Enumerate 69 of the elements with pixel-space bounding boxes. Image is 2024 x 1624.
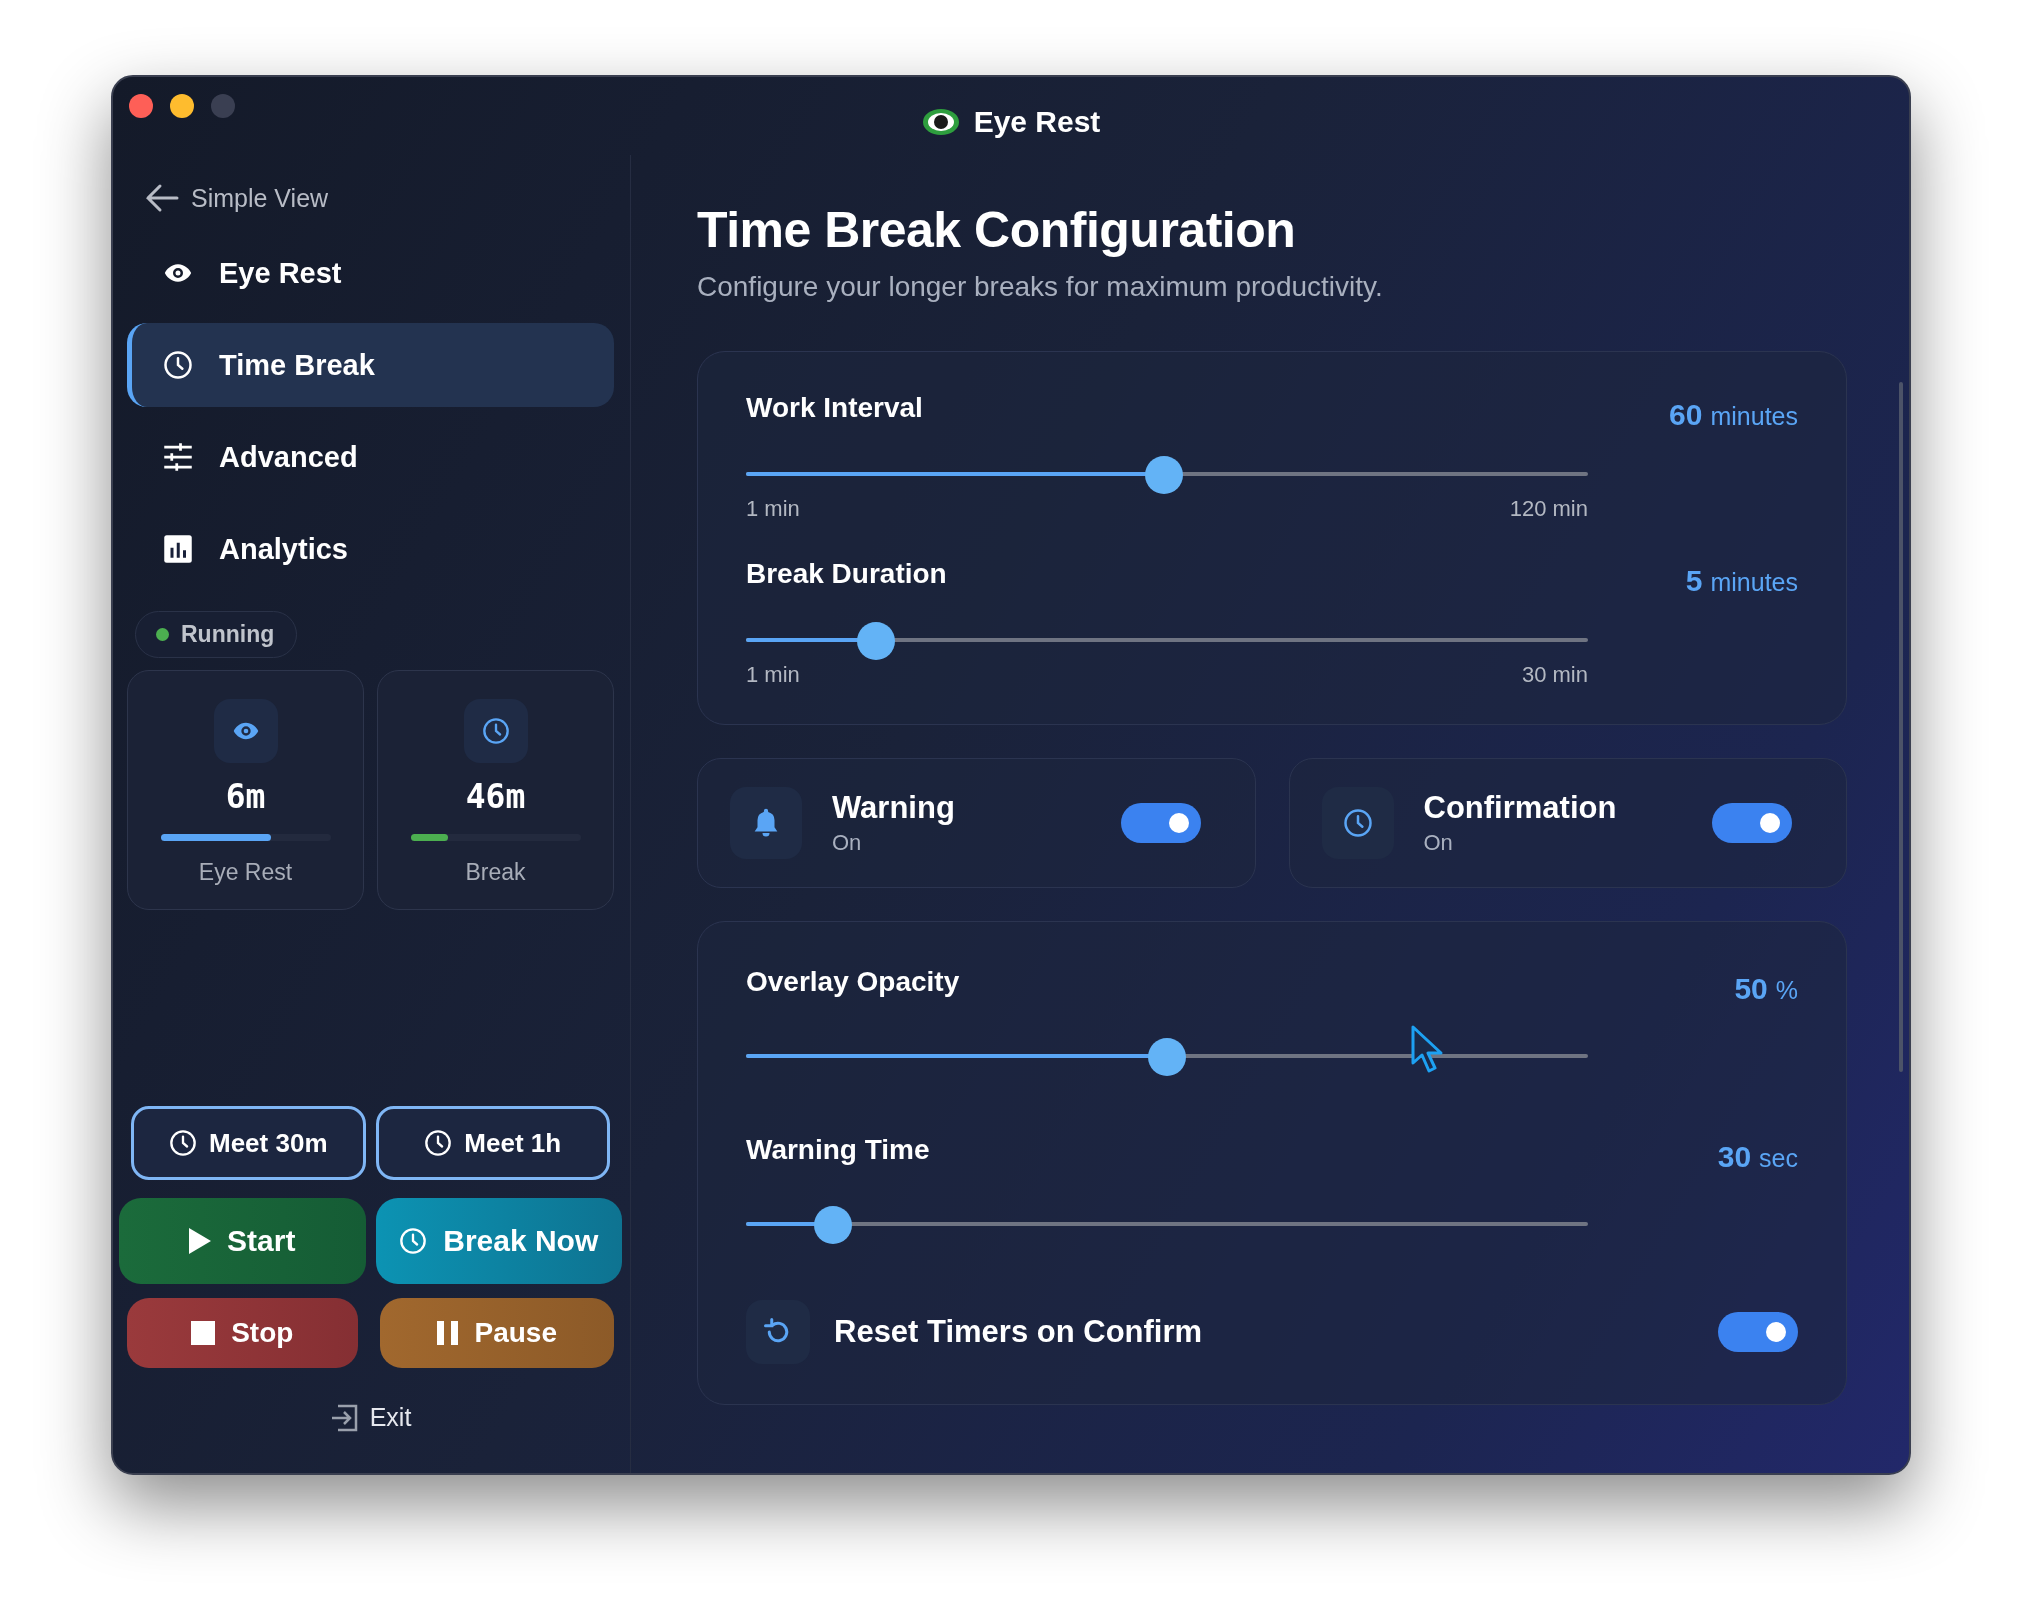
sidebar-item[interactable]: Advanced	[127, 415, 614, 499]
setting-label: Break Duration	[746, 558, 948, 590]
pause-icon	[436, 1321, 459, 1345]
start-button[interactable]: Start	[119, 1198, 366, 1284]
stop-button[interactable]: Stop	[127, 1298, 358, 1368]
value-number: 50	[1734, 972, 1768, 1006]
slider-thumb[interactable]	[1148, 1038, 1186, 1076]
clock-icon	[481, 717, 510, 745]
clock-icon	[424, 1129, 453, 1157]
bar-chart-icon	[163, 534, 193, 564]
value-unit: minutes	[1710, 568, 1798, 597]
slider-thumb[interactable]	[813, 1206, 852, 1244]
toggle-status: On	[832, 830, 863, 856]
scrollbar[interactable]	[1899, 382, 1903, 1072]
sliders-icon	[163, 442, 193, 472]
play-icon	[189, 1228, 212, 1254]
clock-icon	[1342, 808, 1373, 838]
toggle-switch[interactable]	[1718, 1312, 1798, 1352]
break-button[interactable]: Break Now	[375, 1198, 622, 1284]
clock-icon	[163, 350, 193, 380]
value-unit: minutes	[1710, 402, 1798, 431]
eye-logo-icon	[921, 107, 960, 137]
timer-label: Eye Rest	[198, 859, 293, 886]
value-unit: %	[1775, 976, 1798, 1005]
exit-button[interactable]: Exit	[323, 1402, 418, 1433]
page-subtitle: Configure your longer breaks for maximum productivity.	[697, 271, 1384, 303]
timer-label: Break	[465, 859, 526, 886]
value-number: 60	[1669, 398, 1703, 432]
max-label: 120 min	[1509, 496, 1588, 522]
toggle-status: On	[1423, 830, 1454, 856]
toggle-switch[interactable]	[1712, 803, 1792, 843]
slider-thumb[interactable]	[856, 622, 895, 660]
pause-button[interactable]: Pause	[379, 1298, 614, 1368]
value-unit: sec	[1759, 1144, 1798, 1173]
status-label: Running	[181, 621, 275, 648]
clock-icon	[399, 1227, 428, 1255]
toggle-switch[interactable]	[1120, 803, 1201, 843]
meeting-button[interactable]: Meet 30m	[131, 1106, 366, 1180]
stop-icon	[191, 1321, 216, 1345]
sidebar-item[interactable]: Analytics	[127, 507, 614, 591]
sidebar-item[interactable]: Eye Rest	[127, 231, 614, 315]
min-label: 1 min	[746, 496, 800, 522]
timer-value: 46m	[465, 777, 526, 816]
minimize-button[interactable]	[170, 94, 194, 118]
slider[interactable]	[746, 1206, 1588, 1242]
toggle-label: Warning	[832, 790, 956, 826]
meeting-button[interactable]: Meet 1h	[375, 1106, 610, 1180]
setting-label: Warning Time	[746, 1134, 931, 1166]
setting-label: Reset Timers on Confirm	[834, 1314, 1204, 1350]
slider[interactable]	[746, 456, 1588, 492]
value-number: 5	[1685, 564, 1703, 598]
exit-icon	[329, 1403, 358, 1432]
cursor-icon	[1411, 1025, 1445, 1075]
toggle-label: Confirmation	[1423, 790, 1618, 826]
window-title: Eye Rest	[973, 105, 1101, 139]
arrow-left-icon	[145, 183, 179, 213]
min-label: 1 min	[746, 662, 800, 688]
clock-icon	[169, 1129, 197, 1157]
page-title: Time Break Configuration	[697, 201, 1297, 259]
setting-label: Work Interval	[746, 392, 924, 424]
slider-thumb[interactable]	[1144, 456, 1183, 494]
value-number: 30	[1717, 1140, 1752, 1174]
max-label: 30 min	[1521, 662, 1588, 688]
slider[interactable]	[746, 622, 1588, 658]
back-link[interactable]: Simple View	[145, 183, 329, 213]
timer-value: 6m	[225, 777, 266, 816]
sidebar-item[interactable]: Time Break	[127, 323, 614, 407]
setting-label: Overlay Opacity	[746, 966, 961, 998]
close-button[interactable]	[129, 94, 153, 118]
